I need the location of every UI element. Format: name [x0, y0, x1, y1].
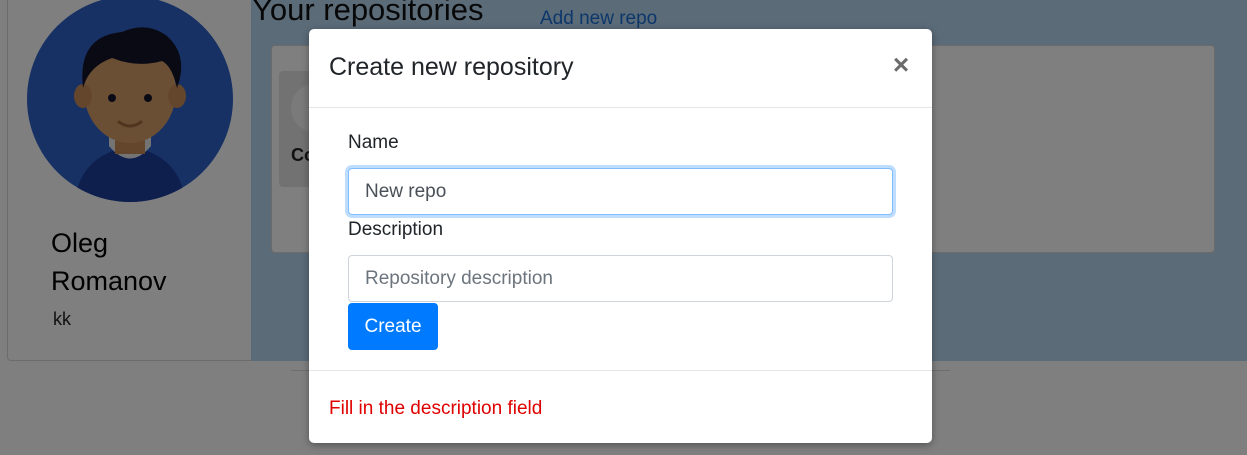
modal-header: Create new repository ×: [309, 29, 932, 108]
name-label: Name: [348, 132, 399, 153]
description-label: Description: [348, 219, 444, 240]
repo-description-input[interactable]: [348, 255, 893, 302]
repo-name-input[interactable]: [348, 168, 893, 215]
close-icon[interactable]: ×: [887, 51, 915, 79]
error-message: Fill in the description field: [329, 398, 543, 419]
create-button[interactable]: Create: [348, 303, 438, 350]
modal-footer-divider: [309, 370, 932, 371]
create-repo-modal: Create new repository × Name Description…: [309, 29, 932, 443]
modal-title: Create new repository: [329, 53, 574, 81]
